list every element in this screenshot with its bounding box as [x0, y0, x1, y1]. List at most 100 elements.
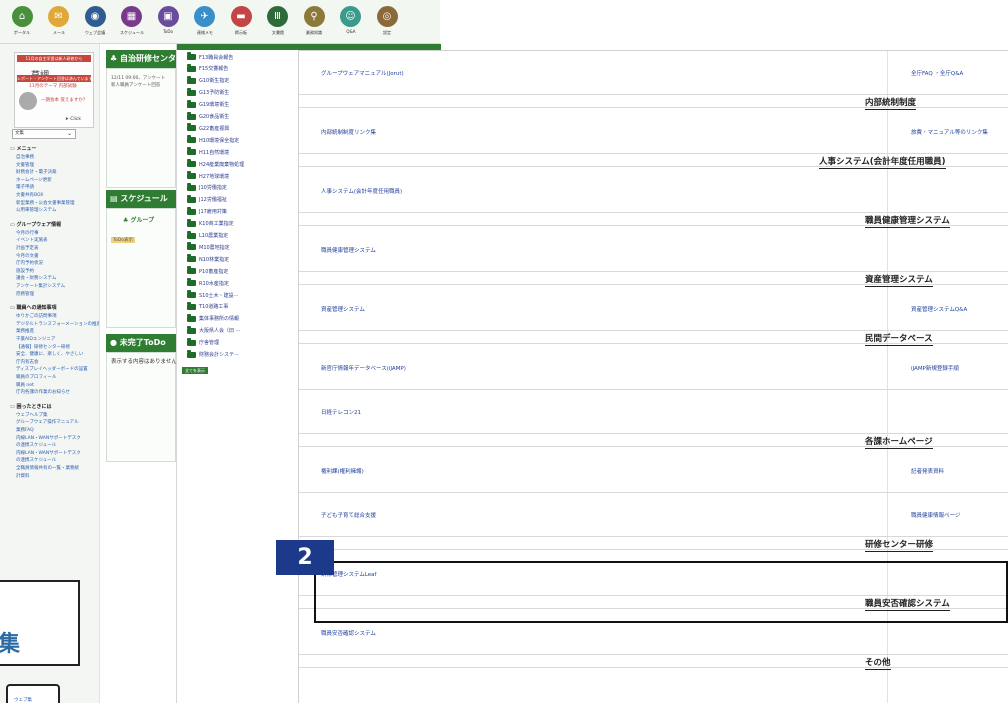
- sidebar-link[interactable]: アンケート集計システム: [16, 283, 65, 289]
- sidebar-link[interactable]: 千葉AIDエンジニア: [16, 336, 55, 342]
- tree-folder-item[interactable]: H11自然環境: [187, 147, 229, 157]
- link-right[interactable]: 記者発表資料: [911, 467, 944, 475]
- tree-folder-item[interactable]: R10水産指定: [187, 278, 229, 288]
- tree-folder-label: H27地球環境: [199, 173, 230, 180]
- toolbar-schedule-button[interactable]: ▦ スケジュール: [114, 6, 150, 36]
- sidebar-link[interactable]: ゆりかごの訪問事項: [16, 313, 57, 319]
- toolbar-portal-button[interactable]: ⌂ ポータル: [4, 6, 40, 36]
- sidebar-link[interactable]: 庶務管理: [16, 291, 34, 297]
- toolbar-board-button[interactable]: ▬ 掲示板: [223, 6, 259, 36]
- link-left[interactable]: 資産管理システム: [321, 305, 365, 313]
- toolbar-web-meeting-button[interactable]: ◉ ウェブ会議: [77, 6, 113, 36]
- promo-banner[interactable]: 11月の自主学習は新人研修から 草調 レポート・アンケート回答は済んでいますか …: [14, 52, 94, 128]
- tree-folder-item[interactable]: 集体事務所の情報: [187, 313, 239, 324]
- sidebar-link[interactable]: 【通報】研修センター研修: [16, 344, 70, 350]
- sidebar-link[interactable]: 業務推進: [16, 328, 34, 334]
- tree-folder-item[interactable]: G10衛生指定: [187, 75, 230, 86]
- toolbar-settings-button[interactable]: ◎ 設定: [369, 6, 405, 36]
- sidebar-link[interactable]: 安全、健康に、楽しく、やさしい: [16, 351, 83, 357]
- sidebar-link[interactable]: 庁内予約状況: [16, 260, 43, 266]
- sidebar-link[interactable]: 庁内各課の作業のお知らせ: [16, 389, 70, 395]
- tree-folder-item[interactable]: N10林業指定: [187, 254, 229, 264]
- link-right[interactable]: iJAMP新規登録手順: [911, 364, 959, 372]
- sidebar-link[interactable]: 文書共有BOX: [16, 192, 43, 198]
- sidebar-link[interactable]: 職員のプロフィール: [16, 374, 56, 380]
- link-left[interactable]: グループウェアマニュアル(Jorut): [321, 69, 404, 77]
- toolbar-todo-button[interactable]: ▣ ToDo: [150, 6, 186, 35]
- sidebar-link[interactable]: 今月の文書: [16, 253, 39, 259]
- sidebar-link[interactable]: 計資料: [16, 473, 30, 479]
- tree-folder-item[interactable]: J12労働福祉: [187, 194, 227, 205]
- tree-folder-label: G10衛生指定: [199, 78, 230, 85]
- link-left[interactable]: 職員健康管理システム: [321, 246, 376, 254]
- sidebar-link[interactable]: 職員 net: [16, 382, 34, 388]
- sidebar-link[interactable]: 新型業務・公会文書事業管理: [16, 200, 75, 206]
- tree-folder-item[interactable]: G22畜産振興: [187, 123, 229, 133]
- sidebar-link[interactable]: デジタルトランスフォーメーションの推進: [16, 321, 99, 327]
- sidebar-link[interactable]: 電子申請: [16, 184, 34, 190]
- tree-folder-item[interactable]: H27地球環境: [187, 171, 229, 181]
- tree-folder-item[interactable]: G13予防衛生: [187, 87, 229, 98]
- toolbar-qa-button[interactable]: ☺ Q&A: [333, 6, 369, 35]
- tree-folder-item[interactable]: S10土木・建設···: [187, 290, 238, 300]
- link-left[interactable]: 人事システム(会計年度任用職員): [321, 187, 402, 195]
- sidebar-link[interactable]: 施設予約: [16, 268, 34, 274]
- link-left[interactable]: 内部統制制度リンク集: [321, 128, 376, 136]
- toolbar-mail-button[interactable]: ✉ メール: [41, 6, 77, 36]
- tree-folder-item[interactable]: J10労働指定: [187, 182, 227, 193]
- tree-folder-item[interactable]: M10農地指定: [187, 242, 230, 252]
- notice-line-2[interactable]: 新人職員アンケート回答: [111, 82, 160, 88]
- show-all-button[interactable]: 全てを表示: [182, 367, 208, 374]
- todo-tag[interactable]: ToDo表示: [111, 237, 135, 243]
- tree-folder-item[interactable]: P10畜産指定: [187, 266, 228, 276]
- sidebar-link[interactable]: 庁内有志会: [16, 359, 39, 365]
- tree-folder-item[interactable]: G20食品衛生: [187, 111, 229, 122]
- link-right[interactable]: 全庁FAQ ・全庁Q&A: [911, 69, 963, 77]
- notice-line-1[interactable]: 12/11 09:00、アンケート: [111, 75, 165, 81]
- sidebar-link[interactable]: 内線LAN・WANサポートデスク: [16, 450, 81, 456]
- sidebar-link[interactable]: グループウェア操作マニュアル: [16, 419, 79, 425]
- link-right[interactable]: 資産管理システムQ&A: [911, 305, 967, 313]
- tree-folder-item[interactable]: H24産業廃棄物処理: [187, 159, 244, 169]
- category-select[interactable]: 文集 ⌄: [12, 129, 76, 139]
- sidebar-link[interactable]: 業務FAQ: [16, 427, 34, 433]
- tree-folder-item[interactable]: 財務会計システ···: [187, 349, 239, 360]
- sidebar-link[interactable]: の連携スケジュール: [16, 442, 56, 448]
- sidebar-link[interactable]: イベント実施表: [16, 237, 48, 243]
- sidebar-link[interactable]: ウェブヘルプ集: [16, 412, 48, 418]
- sidebar-link[interactable]: の連携スケジュール: [16, 457, 56, 463]
- link-left[interactable]: 日経テレコン21: [321, 408, 361, 416]
- tree-folder-item[interactable]: F13職員会報告: [187, 52, 233, 62]
- sidebar-link[interactable]: 全職員情報共有の一覧・業務統: [16, 465, 79, 471]
- tree-folder-item[interactable]: H10環境保全指定: [187, 135, 239, 145]
- sidebar-link[interactable]: 文書管理: [16, 162, 34, 168]
- sidebar-link[interactable]: ディスプレイヘッダーボードの設置: [16, 366, 88, 372]
- sidebar-link[interactable]: 公用車管理システム: [16, 207, 56, 213]
- tree-folder-item[interactable]: K10商工業指定: [187, 218, 234, 229]
- toolbar-memo-button[interactable]: ✈ 連絡メモ: [187, 6, 223, 36]
- sidebar-link[interactable]: ホームページ更新: [16, 177, 52, 183]
- toolbar-library-button[interactable]: Ⅲ 文書館: [260, 6, 296, 36]
- link-left[interactable]: 職員安否確認システム: [321, 629, 376, 637]
- sidebar-link[interactable]: 計画予定表: [16, 245, 39, 251]
- sidebar-link[interactable]: 財務会計・電子決裁: [16, 169, 57, 175]
- link-left[interactable]: 新官庁情報年データベース(iJAMP): [321, 364, 406, 372]
- sidebar-link[interactable]: 自治事務: [16, 154, 34, 160]
- sidebar-link[interactable]: 今月の行事: [16, 230, 39, 236]
- tree-folder-item[interactable]: L10農業指定: [187, 230, 228, 241]
- link-right[interactable]: 職員健康情報ページ: [911, 511, 960, 519]
- link-left[interactable]: 権利課(権利擁護): [321, 467, 364, 475]
- link-left[interactable]: 子ども子育て総合支援: [321, 511, 376, 519]
- tree-folder-item[interactable]: T10道路工事: [187, 301, 228, 312]
- toolbar-knowledge-button[interactable]: ⚲ 業務知識: [296, 6, 332, 36]
- tree-folder-item[interactable]: J17雇用対策: [187, 206, 227, 217]
- tree-folder-item[interactable]: G19環境衛生: [187, 99, 229, 110]
- tree-folder-item[interactable]: F15交響報告: [187, 63, 228, 74]
- sidebar-link[interactable]: 議会・財務システム: [16, 275, 56, 281]
- tree-folder-item[interactable]: 大阪県人会（旧 ···: [187, 325, 240, 336]
- link-right[interactable]: 旅費・マニュアル等のリンク集: [911, 128, 988, 136]
- zoom-callout-link[interactable]: ウェブ集: [6, 684, 60, 703]
- group-label[interactable]: ♣ グループ: [123, 215, 154, 224]
- sidebar-link[interactable]: 内線LAN・WANサポートデスク: [16, 435, 81, 441]
- tree-folder-item[interactable]: 庁舎管理: [187, 337, 219, 348]
